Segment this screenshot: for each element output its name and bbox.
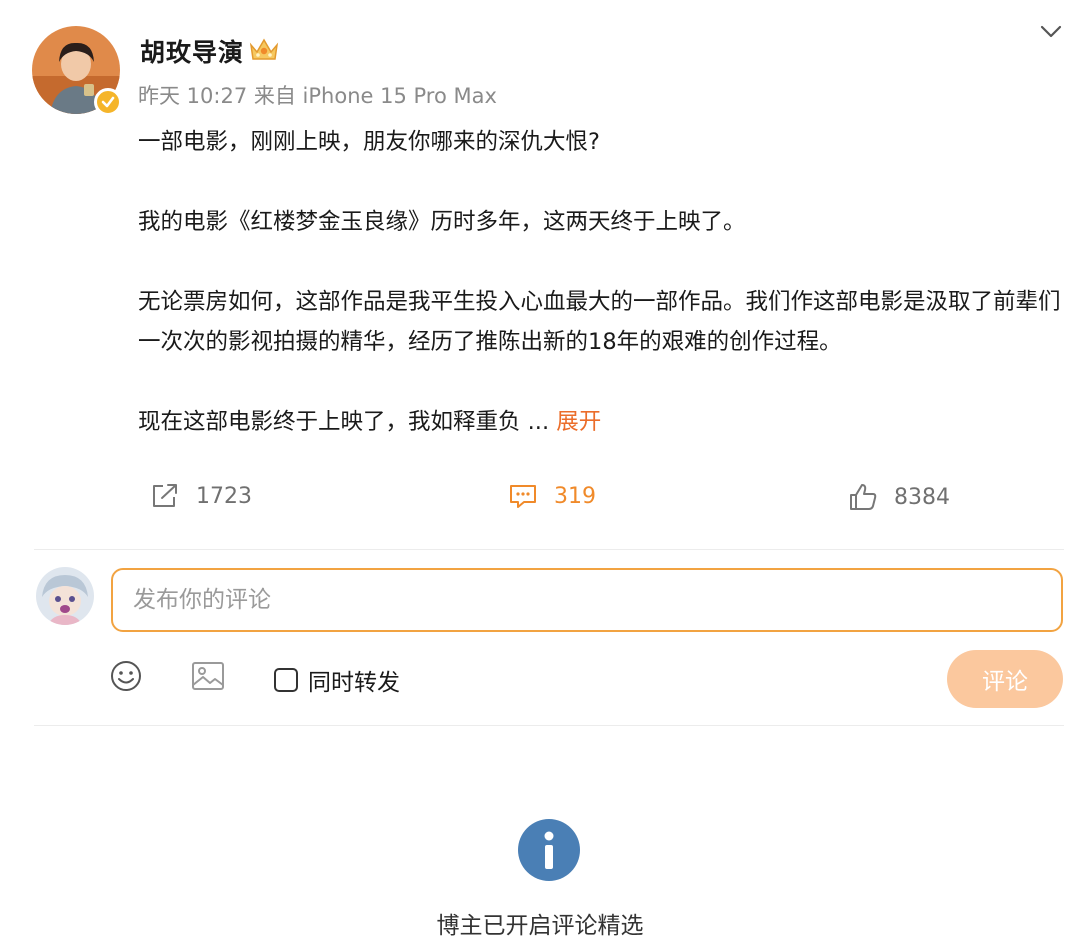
repost-count: 1723	[196, 483, 252, 509]
author-name[interactable]: 胡玫导演	[140, 33, 244, 69]
verified-badge-icon	[94, 88, 122, 116]
repost-checkbox[interactable]: 同时转发	[274, 663, 400, 697]
author-avatar[interactable]	[32, 26, 122, 116]
like-button[interactable]: 8384	[848, 482, 950, 512]
divider	[34, 725, 1064, 726]
submit-comment-button[interactable]: 评论	[947, 650, 1063, 708]
crown-badge-icon[interactable]	[248, 36, 280, 64]
expand-link[interactable]: 展开	[556, 409, 601, 435]
post-paragraph: 无论票房如何，这部作品是我平生投入心血最大的一部作品。我们作这部电影是汲取了前辈…	[138, 289, 1061, 355]
comment-curation-notice: 博主已开启评论精选	[436, 913, 644, 939]
thumbs-up-icon	[850, 484, 877, 510]
image-icon[interactable]	[191, 660, 225, 692]
post-meta: 昨天 10:27 来自 iPhone 15 Pro Max	[138, 84, 497, 108]
chevron-down-icon[interactable]	[1038, 22, 1064, 42]
comment-button[interactable]: 319	[508, 482, 596, 510]
post-paragraph-last: 现在这部电影终于上映了，我如释重负 ... 展开	[138, 402, 1070, 442]
user-avatar-image	[36, 567, 94, 625]
divider	[34, 549, 1064, 550]
post-content: 一部电影，刚刚上映，朋友你哪来的深仇大恨? 我的电影《红楼梦金玉良缘》历时多年，…	[138, 122, 1070, 442]
repost-button[interactable]: 1723	[150, 482, 252, 510]
weibo-post-page: 胡玫导演 昨天 10:27 来自 iPhone 15 Pro Max 一部电影，…	[0, 0, 1080, 946]
info-icon	[518, 819, 580, 881]
post-paragraph: 我的电影《红楼梦金玉良缘》历时多年，这两天终于上映了。	[138, 209, 746, 235]
current-user-avatar[interactable]	[36, 567, 94, 625]
comment-icon	[510, 485, 536, 508]
post-paragraph-text: 现在这部电影终于上映了，我如释重负	[138, 409, 528, 435]
post-paragraph: 一部电影，刚刚上映，朋友你哪来的深仇大恨?	[138, 129, 600, 155]
emoji-icon[interactable]	[110, 660, 142, 692]
comment-input[interactable]	[111, 568, 1063, 632]
repost-checkbox-label: 同时转发	[308, 670, 400, 696]
comment-count: 319	[554, 483, 596, 509]
like-count: 8384	[894, 484, 950, 510]
ellipsis: ...	[527, 409, 550, 435]
share-icon	[153, 484, 177, 507]
checkbox-box[interactable]	[274, 668, 298, 692]
